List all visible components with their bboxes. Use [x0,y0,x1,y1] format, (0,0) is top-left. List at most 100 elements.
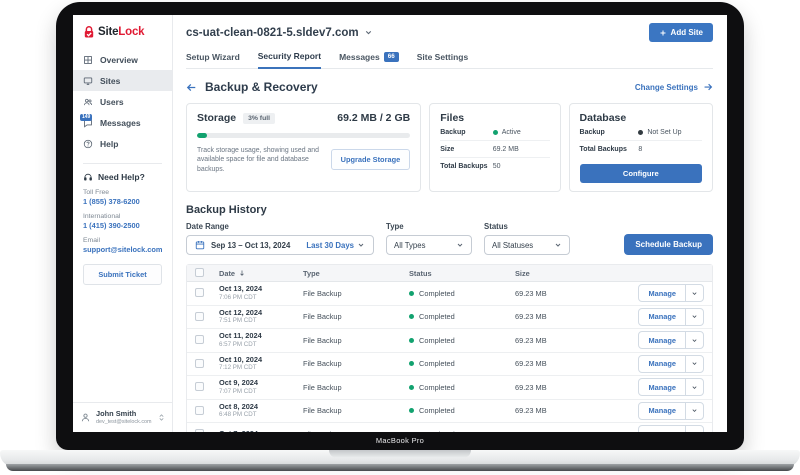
chevron-down-icon [555,243,561,247]
files-backup-label: Backup [440,129,466,136]
manage-split-button: Manage [638,284,704,303]
chevron-down-icon [358,243,364,247]
storage-usage: 69.2 MB / 2 GB [337,112,411,124]
manage-button[interactable]: Manage [639,426,685,432]
row-checkbox[interactable] [195,358,204,368]
status-dot-completed [409,290,414,296]
row-checkbox[interactable] [195,382,204,392]
files-total-value: 50 [492,163,501,170]
sidebar-item-overview[interactable]: Overview [73,49,172,70]
table-row: Oct 9, 2024 7:07 PM CDT File Backup Compl… [187,376,712,400]
tab-security-report[interactable]: Security Report [257,51,322,69]
site-switcher-chevron[interactable] [364,28,373,37]
user-account-menu[interactable]: John Smith dev_test@sitelock.com [73,402,172,432]
summary-cards: Storage 3% full 69.2 MB / 2 GB Track sto… [186,103,713,192]
manage-button[interactable]: Manage [639,285,685,301]
type-select[interactable]: All Types [386,235,473,255]
submit-ticket-button[interactable]: Submit Ticket [83,264,162,285]
row-checkbox[interactable] [195,405,204,415]
manage-dropdown-toggle[interactable] [685,355,703,372]
files-card: Files Backup Active Size 69.2 MB Total B… [429,103,561,192]
device-label: MacBook Pro [375,436,425,445]
back-button[interactable] [186,82,197,93]
chevron-down-icon [692,339,697,342]
messages-count-badge: 149 [80,113,93,121]
chevron-down-icon [691,431,698,432]
storage-card: Storage 3% full 69.2 MB / 2 GB Track sto… [186,103,422,192]
headset-icon [84,173,92,181]
manage-split-button: Manage [638,331,704,350]
manage-split-button: Manage [638,425,704,432]
manage-dropdown-toggle[interactable] [685,379,703,396]
chevron-down-icon [692,386,697,389]
page-header: Backup & Recovery Change Settings [186,80,713,94]
database-total-value: 8 [638,146,643,153]
type-filter-group: Type All Types [386,222,473,255]
row-checkbox[interactable] [195,335,204,345]
tab-site-settings[interactable]: Site Settings [417,51,468,68]
chevron-updown-icon [159,414,164,421]
manage-dropdown-toggle[interactable] [685,308,703,325]
international-number[interactable]: 1 (415) 390-2500 [83,221,162,230]
arrow-left-icon [186,83,196,91]
manage-button[interactable]: Manage [639,403,685,419]
manage-button[interactable]: Manage [639,379,685,395]
table-row: Oct 8, 2024 6:48 PM CDT File Backup Compl… [187,399,712,423]
monitor-icon [83,76,93,85]
lock-icon [84,26,94,38]
sidebar-item-users[interactable]: Users [73,91,172,112]
row-checkbox[interactable] [195,288,204,298]
column-header-size: Size [515,268,530,278]
storage-title: Storage [197,112,237,124]
table-row: Oct 11, 2024 6:57 PM CDT File Backup Comp… [187,329,712,353]
sidebar-item-label: Users [100,96,124,107]
tab-setup-wizard[interactable]: Setup Wizard [186,51,240,68]
date-range-label: Date Range [186,222,229,231]
person-icon [81,413,90,422]
manage-dropdown-toggle[interactable] [685,285,703,302]
select-all-checkbox[interactable] [195,267,204,277]
storage-progress-fill [197,133,207,138]
sidebar-item-help[interactable]: Help [73,133,172,154]
manage-button[interactable]: Manage [639,332,685,348]
status-select[interactable]: All Statuses [484,235,571,255]
row-checkbox[interactable] [195,311,204,321]
brand-name: SiteLock [98,26,145,38]
database-backup-status: Not Set Up [638,129,682,136]
row-checkbox[interactable] [195,429,204,432]
date-range-picker[interactable]: Sep 13 – Oct 13, 2024 Last 30 Days [186,235,375,255]
app-window: SiteLock Overview Sites Users 149 Messag… [73,15,727,432]
manage-dropdown-toggle[interactable] [685,402,703,419]
table-row: Oct 7, 2024 File Backup Completed 69.23 … [187,423,712,432]
manage-button[interactable]: Manage [639,309,685,325]
tab-bar: Setup Wizard Security Report Messages 66 … [186,51,713,69]
chevron-down-icon [365,30,371,35]
main-content: cs-uat-clean-0821-5.sldev7.com Add Site … [173,15,727,432]
database-backup-label: Backup [579,129,605,136]
page: SiteLock Overview Sites Users 149 Messag… [0,0,800,475]
upgrade-storage-button[interactable]: Upgrade Storage [330,149,411,171]
manage-button[interactable]: Manage [639,356,685,372]
storage-description: Track storage usage, showing used and av… [197,147,319,173]
toll-free-number[interactable]: 1 (855) 378-6200 [83,197,162,206]
user-info: John Smith dev_test@sitelock.com [96,409,152,425]
chevron-down-icon [457,243,463,247]
column-header-date[interactable]: Date [219,269,303,278]
support-email-link[interactable]: support@sitelock.com [83,245,163,254]
change-settings-link[interactable]: Change Settings [635,82,713,92]
sidebar-item-messages[interactable]: 149 Messages [73,112,172,133]
sidebar-item-sites[interactable]: Sites [73,70,172,91]
manage-split-button: Manage [638,354,704,373]
database-card: Database Backup Not Set Up Total Backups… [568,103,713,192]
manage-dropdown-toggle[interactable] [685,332,703,349]
files-title: Files [440,112,465,124]
manage-dropdown-toggle[interactable] [685,426,703,432]
schedule-backup-button[interactable]: Schedule Backup [624,234,713,255]
add-site-button[interactable]: Add Site [648,23,713,42]
sitelock-logo[interactable]: SiteLock [73,15,172,45]
tab-messages[interactable]: Messages 66 [339,51,399,68]
macbook-base-edge [6,464,794,471]
configure-button[interactable]: Configure [579,164,702,183]
date-range-preset[interactable]: Last 30 Days [306,241,365,250]
files-total-label: Total Backups [440,163,488,170]
